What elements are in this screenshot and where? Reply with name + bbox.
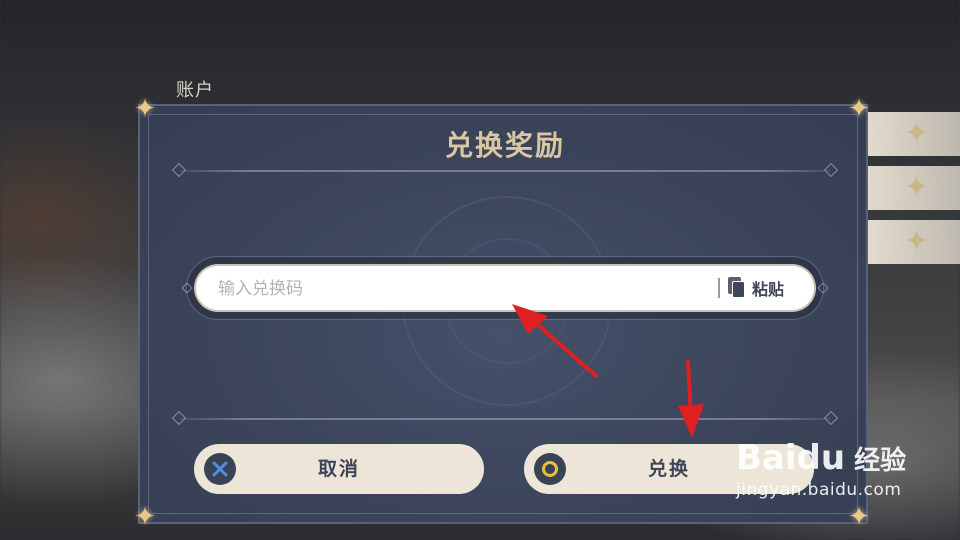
watermark-brand: Baidu — [736, 438, 846, 478]
watermark-url: jingyan.baidu.com — [736, 480, 902, 500]
baidu-watermark: Baidu 经验 jingyan.baidu.com — [736, 438, 926, 518]
watermark-brand-cn: 经验 — [854, 446, 907, 476]
